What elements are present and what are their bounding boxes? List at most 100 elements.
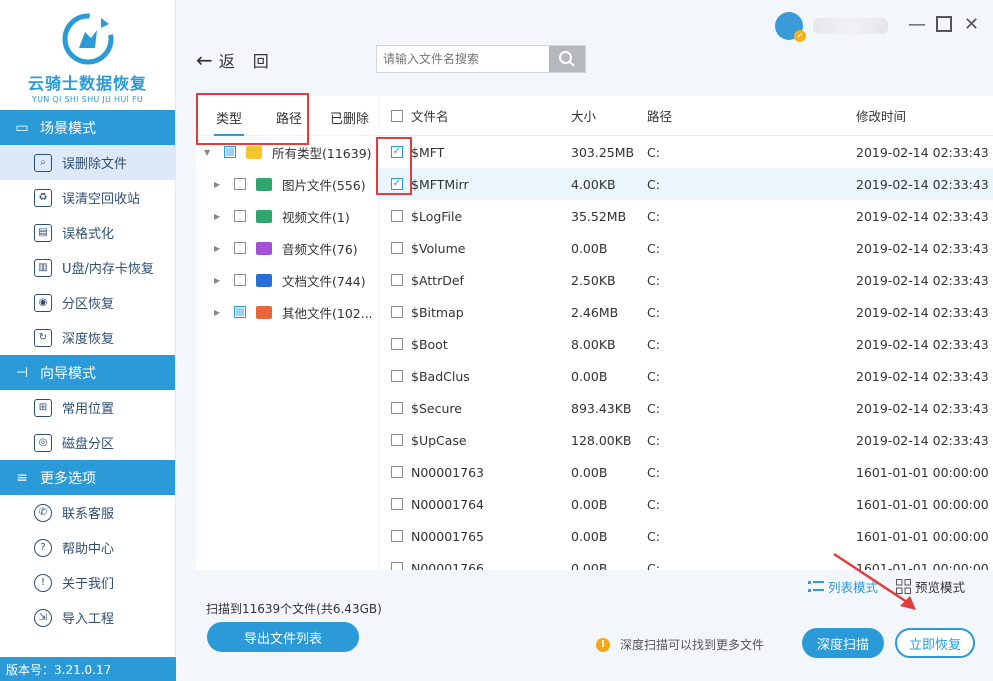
- sidebar-item[interactable]: ◉ 分区恢复: [0, 285, 175, 320]
- tree-node[interactable]: ▶ 图片文件(556): [214, 168, 366, 200]
- table-row[interactable]: $AttrDef 2.50KB C: 2019-02-14 02:33:43: [379, 264, 993, 296]
- file-type-tree-panel: 类型 路径 已删除 ▼ 所有类型(11639) ▶ 图片文件(556) ▶ 视频文件(1)…: [196, 96, 378, 570]
- row-checkbox[interactable]: [391, 552, 403, 570]
- sidebar-item[interactable]: ⌕ 误删除文件: [0, 145, 175, 180]
- delete-file-icon: ⌕: [34, 153, 52, 172]
- table-row[interactable]: $Boot 8.00KB C: 2019-02-14 02:33:43: [379, 328, 993, 360]
- file-path-cell: C:: [647, 304, 660, 320]
- sidebar-item-label: 联系客服: [62, 507, 115, 522]
- caret-right-icon[interactable]: ▶: [214, 212, 226, 221]
- row-checkbox[interactable]: [391, 456, 403, 488]
- maximize-button[interactable]: [936, 16, 952, 32]
- table-row[interactable]: ✓ $MFT 303.25MB C: 2019-02-14 02:33:43: [379, 136, 993, 168]
- minimize-button[interactable]: —: [908, 14, 926, 35]
- sidebar-section-header: ▭ 场景模式: [0, 110, 175, 145]
- back-button[interactable]: ← 返 回: [196, 48, 269, 72]
- sidebar-item-label: 深度恢复: [62, 332, 115, 347]
- tree-node[interactable]: ▶ 其他文件(102...: [214, 296, 373, 328]
- header-name[interactable]: 文件名: [411, 96, 449, 135]
- file-size-cell: 303.25MB: [571, 144, 635, 160]
- user-info[interactable]: ✓: [775, 12, 888, 42]
- tree-node-checkbox[interactable]: [234, 178, 246, 190]
- table-row[interactable]: $Bitmap 2.46MB C: 2019-02-14 02:33:43: [379, 296, 993, 328]
- file-name-cell: $MFTMirr: [411, 176, 469, 192]
- caret-right-icon[interactable]: ▶: [214, 244, 226, 253]
- close-button[interactable]: ✕: [964, 14, 979, 35]
- recover-now-button[interactable]: 立即恢复: [895, 628, 975, 658]
- sidebar-item-label: 常用位置: [62, 402, 115, 417]
- table-row[interactable]: N00001764 0.00B C: 1601-01-01 00:00:00: [379, 488, 993, 520]
- deep-scan-button[interactable]: 深度扫描: [802, 628, 884, 658]
- tab-deleted[interactable]: 已删除: [330, 108, 369, 127]
- sd-card-icon: ▥: [34, 258, 52, 277]
- export-list-button[interactable]: 导出文件列表: [207, 622, 359, 652]
- caret-right-icon[interactable]: ▶: [214, 308, 226, 317]
- row-checkbox[interactable]: [391, 296, 403, 328]
- sidebar-item[interactable]: ▥ U盘/内存卡恢复: [0, 250, 175, 285]
- table-row[interactable]: ✓ $MFTMirr 4.00KB C: 2019-02-14 02:33:43: [379, 168, 993, 200]
- row-checkbox[interactable]: [391, 520, 403, 552]
- table-row[interactable]: $Secure 893.43KB C: 2019-02-14 02:33:43: [379, 392, 993, 424]
- tree-node-checkbox[interactable]: [234, 274, 246, 286]
- search-icon: [559, 51, 575, 67]
- search-button[interactable]: [549, 46, 585, 72]
- file-size-cell: 0.00B: [571, 368, 608, 384]
- table-row[interactable]: N00001763 0.00B C: 1601-01-01 00:00:00: [379, 456, 993, 488]
- caret-right-icon[interactable]: ▶: [214, 180, 226, 189]
- sidebar-section-header: ⊣ 向导模式: [0, 355, 175, 390]
- row-checkbox[interactable]: [391, 392, 403, 424]
- tree-node-checkbox[interactable]: [234, 306, 246, 318]
- table-row[interactable]: $LogFile 35.52MB C: 2019-02-14 02:33:43: [379, 200, 993, 232]
- row-checkbox[interactable]: [391, 488, 403, 520]
- file-name-cell: $Volume: [411, 240, 466, 256]
- version-label: 版本号：3.21.0.17: [0, 657, 176, 681]
- sidebar-item[interactable]: ! 关于我们: [0, 565, 175, 600]
- tree-node[interactable]: ▶ 音频文件(76): [214, 232, 358, 264]
- sidebar-item[interactable]: ▤ 误格式化: [0, 215, 175, 250]
- table-row[interactable]: $BadClus 0.00B C: 2019-02-14 02:33:43: [379, 360, 993, 392]
- red-arrow-annotation-icon: [833, 552, 916, 610]
- caret-right-icon[interactable]: ▶: [214, 276, 226, 285]
- table-row[interactable]: $UpCase 128.00KB C: 2019-02-14 02:33:43: [379, 424, 993, 456]
- caret-down-icon[interactable]: ▼: [204, 148, 216, 157]
- modified-time-cell: 2019-02-14 02:33:43: [856, 304, 989, 320]
- modified-time-cell: 2019-02-14 02:33:43: [856, 336, 989, 352]
- header-path[interactable]: 路径: [647, 96, 672, 135]
- file-size-cell: 8.00KB: [571, 336, 616, 352]
- blurred-username: [813, 18, 888, 34]
- select-all-checkbox[interactable]: [391, 96, 403, 135]
- file-path-cell: C:: [647, 432, 660, 448]
- header-size[interactable]: 大小: [571, 96, 596, 135]
- tree-node-checkbox[interactable]: [224, 146, 236, 158]
- tree-node[interactable]: ▶ 视频文件(1): [214, 200, 350, 232]
- tree-node[interactable]: ▶ 文档文件(744): [214, 264, 366, 296]
- file-path-cell: C:: [647, 176, 660, 192]
- image-file-icon: [256, 177, 272, 191]
- row-checkbox[interactable]: [391, 328, 403, 360]
- sidebar-item[interactable]: ⇲ 导入工程: [0, 600, 175, 635]
- tree-node-checkbox[interactable]: [234, 210, 246, 222]
- row-checkbox[interactable]: [391, 360, 403, 392]
- sidebar-item[interactable]: ⊞ 常用位置: [0, 390, 175, 425]
- row-checkbox[interactable]: [391, 200, 403, 232]
- sidebar-item[interactable]: ◎ 磁盘分区: [0, 425, 175, 460]
- list-icon: [808, 580, 824, 592]
- document-file-icon: [256, 273, 272, 287]
- sidebar-item[interactable]: ✆ 联系客服: [0, 495, 175, 530]
- sidebar-item[interactable]: ↻ 深度恢复: [0, 320, 175, 355]
- back-label-1: 返: [218, 52, 235, 71]
- row-checkbox[interactable]: [391, 232, 403, 264]
- sidebar-item-label: 关于我们: [62, 577, 115, 592]
- signpost-icon: ⊣: [15, 364, 29, 381]
- tree-node-checkbox[interactable]: [234, 242, 246, 254]
- row-checkbox[interactable]: [391, 424, 403, 456]
- table-row[interactable]: $Volume 0.00B C: 2019-02-14 02:33:43: [379, 232, 993, 264]
- table-row[interactable]: N00001765 0.00B C: 1601-01-01 00:00:00: [379, 520, 993, 552]
- sidebar-item[interactable]: ♻ 误清空回收站: [0, 180, 175, 215]
- row-checkbox[interactable]: [391, 264, 403, 296]
- app-name: 云骑士数据恢复: [27, 74, 147, 93]
- sidebar-section-title: 场景模式: [40, 120, 96, 137]
- search-input[interactable]: [377, 46, 549, 72]
- header-time[interactable]: 修改时间: [856, 96, 906, 135]
- sidebar-item[interactable]: ? 帮助中心: [0, 530, 175, 565]
